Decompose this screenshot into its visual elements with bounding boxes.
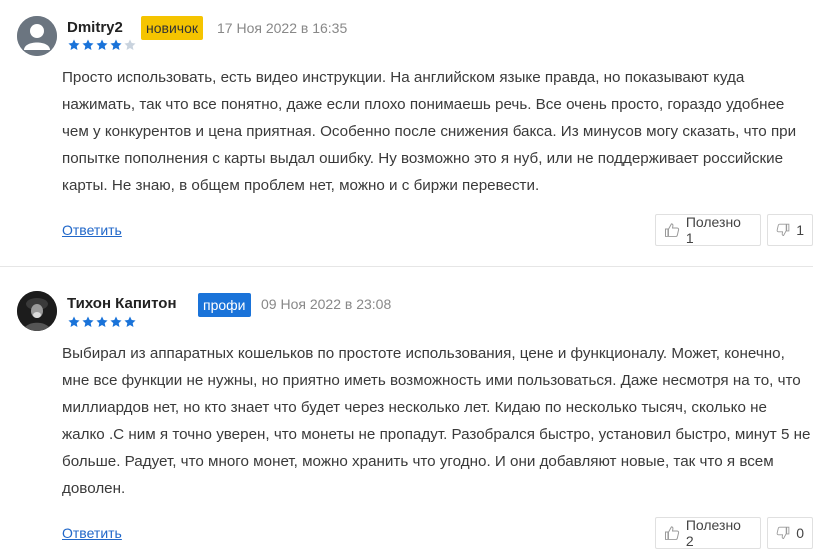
review-text: Просто использовать, есть видео инструкц… (62, 69, 797, 194)
avatar[interactable] (17, 16, 57, 56)
unhelpful-count: 1 (796, 222, 804, 238)
rating-stars (67, 315, 137, 329)
helpful-label: Полезно 1 (685, 214, 741, 246)
review-date: 17 Ноя 2022 в 16:35 (217, 20, 348, 36)
star-icon (96, 316, 108, 327)
reply-link[interactable]: Ответить (62, 525, 122, 541)
review-text: Выбирал из аппаратных кошельков по прост… (62, 345, 811, 497)
unhelpful-button[interactable]: 1 (767, 214, 813, 246)
rating-stars (67, 38, 137, 52)
star-icon (124, 316, 136, 327)
thumbs-down-icon (776, 223, 790, 236)
helpful-button[interactable]: Полезно 1 (655, 214, 761, 246)
username[interactable]: Dmitry2 (67, 19, 123, 36)
username[interactable]: Тихон Капитон (67, 295, 177, 312)
status-badge: новичок (141, 16, 203, 40)
star-icon (96, 39, 108, 50)
thumbs-up-icon (664, 223, 680, 237)
helpful-button[interactable]: Полезно 2 (655, 517, 761, 549)
review-card: Dmitry2 новичок 17 Ноя 2022 в 16:35 Прос… (0, 0, 813, 265)
review-card: Тихон Капитон профи 09 Ноя 2022 в 23:08 … (0, 270, 813, 555)
unhelpful-button[interactable]: 0 (767, 517, 813, 549)
unhelpful-count: 0 (796, 525, 804, 541)
star-icon (68, 316, 80, 327)
star-icon (82, 39, 94, 50)
thumbs-up-icon (664, 526, 680, 540)
star-icon (110, 316, 122, 327)
review-date: 09 Ноя 2022 в 23:08 (261, 296, 392, 312)
star-icon (124, 39, 136, 50)
thumbs-down-icon (776, 526, 790, 539)
star-icon (82, 316, 94, 327)
star-icon (110, 39, 122, 50)
star-icon (68, 39, 80, 50)
helpful-label: Полезно 2 (685, 517, 741, 549)
status-badge: профи (198, 293, 251, 317)
divider (0, 266, 813, 267)
reply-link[interactable]: Ответить (62, 222, 122, 238)
user-photo-icon (17, 291, 57, 331)
user-silhouette-icon (17, 16, 57, 56)
avatar[interactable] (17, 291, 57, 331)
